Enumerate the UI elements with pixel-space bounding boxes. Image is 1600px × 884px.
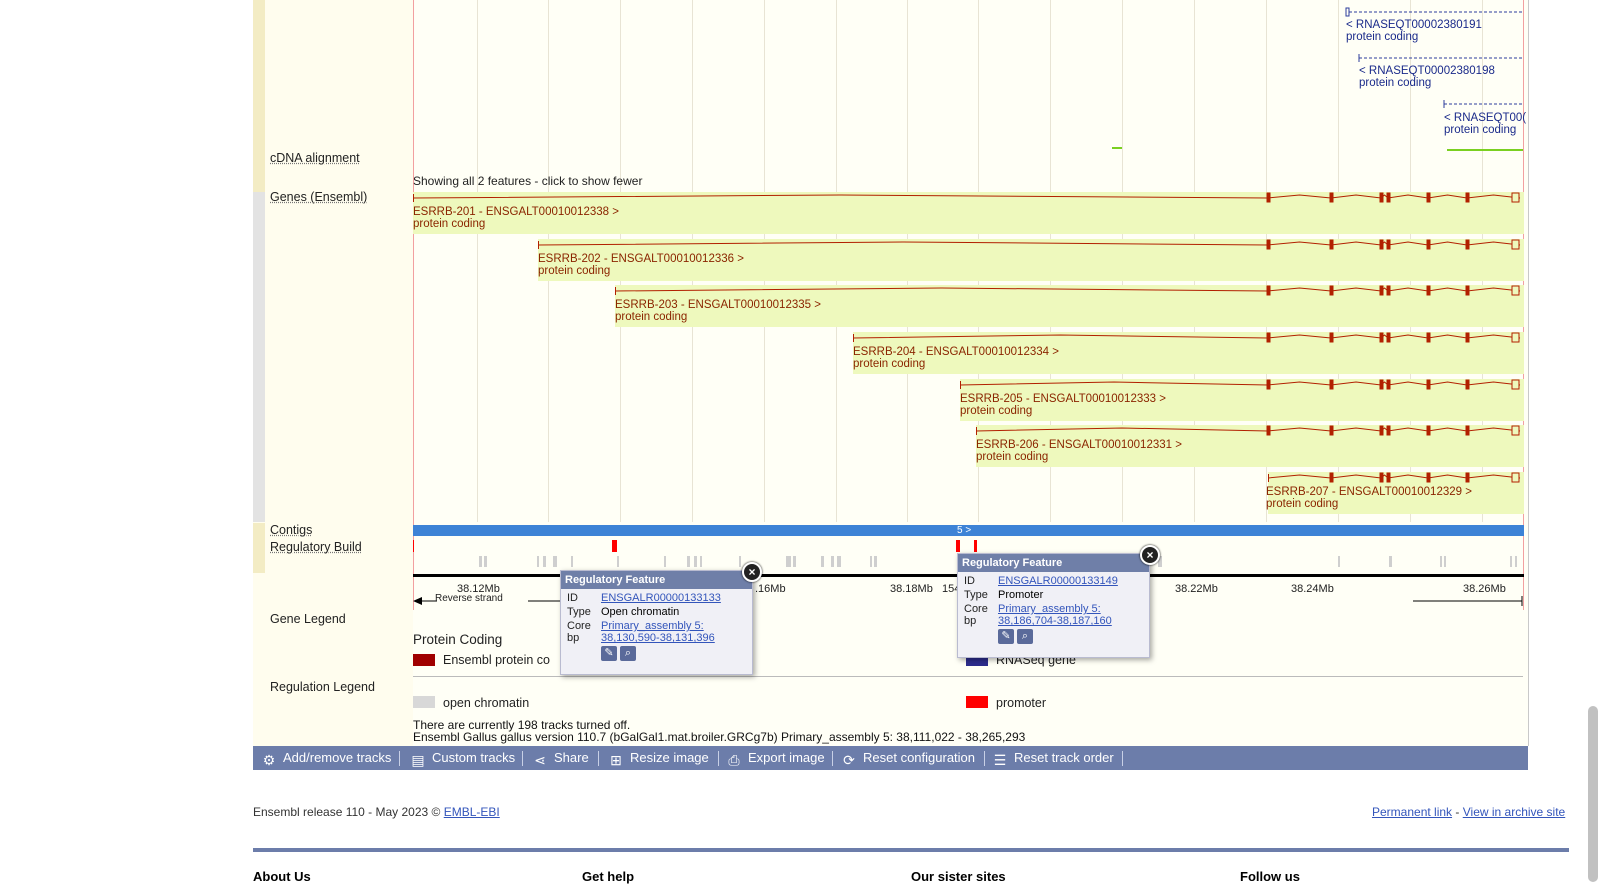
pencil-icon[interactable]: ✎ — [601, 646, 617, 661]
track-label-genes[interactable]: Genes (Ensembl) — [270, 190, 367, 204]
export-icon: ⎙ — [728, 752, 740, 768]
transcript-label[interactable]: ESRRB-204 - ENSGALT00010012334 > protein … — [853, 346, 1059, 370]
regulation-legend-label: Regulation Legend — [270, 680, 375, 694]
page-scrollbar[interactable] — [1588, 706, 1598, 882]
legend-swatch-open-chromatin — [413, 696, 435, 708]
popup-core-label: Core bp — [964, 603, 988, 627]
popup-location-link[interactable]: Primary_assembly 5: 38,130,590-38,131,396 — [601, 620, 715, 644]
toolbar-separator — [399, 751, 400, 766]
regulatory-feature-popup: Regulatory Feature ID ENSGALR00000133149 … — [957, 553, 1150, 658]
popup-title: Regulatory Feature — [958, 554, 1149, 572]
track-drag-handle[interactable] — [253, 523, 265, 573]
export-image-button[interactable]: ⎙ Export image — [726, 746, 824, 770]
legend-promoter: promoter — [996, 696, 1047, 710]
popup-id-link[interactable]: ENSGALR00000133149 — [998, 575, 1118, 587]
transcript-structure — [976, 425, 1521, 436]
archive-link[interactable]: View in archive site — [1463, 805, 1566, 819]
reorder-icon: ☰ — [993, 752, 1007, 768]
grid-line — [477, 0, 478, 522]
close-icon[interactable]: × — [1140, 545, 1160, 565]
popup-id-label: ID — [567, 592, 578, 604]
toolbar-separator — [984, 751, 985, 766]
share-icon: ⋖ — [534, 752, 546, 768]
legend-ensembl-protein: Ensembl protein co — [443, 653, 551, 667]
gene-legend-label: Gene Legend — [270, 612, 346, 626]
transcript-structure — [413, 192, 1521, 203]
popup-location-link[interactable]: Primary_assembly 5: 38,186,704-38,187,160 — [998, 603, 1112, 627]
popup-id-link[interactable]: ENSGALR00000133133 — [601, 592, 721, 604]
popup-type-label: Type — [964, 589, 988, 601]
transcript-structure — [853, 332, 1521, 343]
rnaseq-label[interactable]: < RNASEQT00002380198 protein coding — [1359, 65, 1495, 89]
toolbar-separator — [598, 751, 599, 766]
track-label-regulatory-build[interactable]: Regulatory Build — [270, 540, 362, 554]
cdna-feature[interactable] — [1112, 146, 1124, 150]
regulatory-feature-popup: Regulatory Feature ID ENSGALR00000133133 … — [560, 570, 753, 675]
toolbar-separator — [718, 751, 719, 766]
track-label-cdna-alignment[interactable]: cDNA alignment — [270, 151, 360, 165]
legend-swatch-promoter — [966, 696, 988, 708]
track-label-contigs[interactable]: Contigs — [270, 523, 312, 537]
transcript-label[interactable]: ESRRB-202 - ENSGALT00010012336 > protein … — [538, 253, 744, 277]
pencil-icon[interactable]: ✎ — [998, 629, 1014, 644]
close-icon[interactable]: × — [742, 562, 762, 582]
toolbar-separator — [832, 751, 833, 766]
reset-configuration-button[interactable]: ⟳ Reset configuration — [841, 746, 975, 770]
transcript-label[interactable]: ESRRB-206 - ENSGALT00010012331 > protein … — [976, 439, 1182, 463]
toolbar-separator — [1122, 751, 1123, 766]
share-button[interactable]: ⋖ Share — [532, 746, 589, 770]
popup-type-label: Type — [567, 606, 591, 618]
protein-coding-heading: Protein Coding — [413, 632, 503, 647]
file-upload-icon: ▤ — [411, 752, 425, 768]
gear-icon: ⚙ — [262, 752, 276, 768]
resize-image-button[interactable]: ⊞ Resize image — [608, 746, 709, 770]
popup-type-value: Promoter — [998, 589, 1044, 601]
toolbar-separator — [522, 751, 523, 766]
transcript-label[interactable]: ESRRB-207 - ENSGALT00010012329 > protein … — [1266, 486, 1472, 510]
reverse-strand-label: Reverse strand — [435, 593, 503, 604]
track-drag-handle[interactable] — [253, 192, 265, 522]
track-label-column — [253, 0, 413, 746]
popup-title: Regulatory Feature — [561, 571, 752, 589]
reset-config-icon: ⟳ — [843, 752, 855, 768]
legend-swatch-ensembl-protein — [413, 654, 435, 666]
popup-id-label: ID — [964, 575, 975, 587]
transcript-label[interactable]: ESRRB-201 - ENSGALT00010012338 > protein … — [413, 206, 619, 230]
resize-icon: ⊞ — [610, 752, 622, 768]
transcript-structure — [615, 285, 1521, 296]
popup-type-value: Open chromatin — [601, 606, 680, 618]
show-features-toggle[interactable]: Showing all 2 features - click to show f… — [413, 174, 642, 188]
rnaseq-label[interactable]: < RNASEQT00002380191 protein coding — [1346, 19, 1482, 43]
footer-rule — [253, 848, 1569, 852]
footer-links: Permanent link - View in archive site — [1372, 805, 1566, 819]
assembly-info: Ensembl Gallus gallus version 110.7 (bGa… — [413, 730, 1026, 744]
transcript-label[interactable]: ESRRB-203 - ENSGALT00010012335 > protein … — [615, 299, 821, 323]
custom-tracks-button[interactable]: ▤ Custom tracks — [410, 746, 515, 770]
permanent-link[interactable]: Permanent link — [1372, 805, 1452, 819]
rnaseq-label[interactable]: < RNASEQT00(protein coding — [1444, 112, 1526, 136]
transcript-label[interactable]: ESRRB-205 - ENSGALT00010012333 > protein … — [960, 393, 1166, 417]
magnifier-icon[interactable]: ⌕ — [620, 646, 636, 661]
legend-open-chromatin: open chromatin — [443, 696, 530, 710]
region-marker-line — [413, 0, 414, 610]
transcript-structure — [1268, 472, 1521, 483]
release-info: Ensembl release 110 - May 2023 © EMBL-EB… — [253, 805, 500, 819]
track-drag-handle[interactable] — [253, 0, 265, 192]
popup-core-label: Core bp — [567, 620, 591, 644]
legend-divider — [413, 676, 1523, 677]
embl-ebi-link[interactable]: EMBL-EBI — [444, 805, 500, 819]
reset-track-order-button[interactable]: ☰ Reset track order — [992, 746, 1114, 770]
transcript-structure — [960, 379, 1521, 390]
transcript-structure — [538, 239, 1521, 250]
image-toolbar: ⚙ Add/remove tracks ▤ Custom tracks ⋖ Share… — [253, 746, 1528, 770]
contig-label: 5 > — [957, 525, 972, 536]
magnifier-icon[interactable]: ⌕ — [1017, 629, 1033, 644]
add-remove-tracks-button[interactable]: ⚙ Add/remove tracks — [261, 746, 392, 770]
